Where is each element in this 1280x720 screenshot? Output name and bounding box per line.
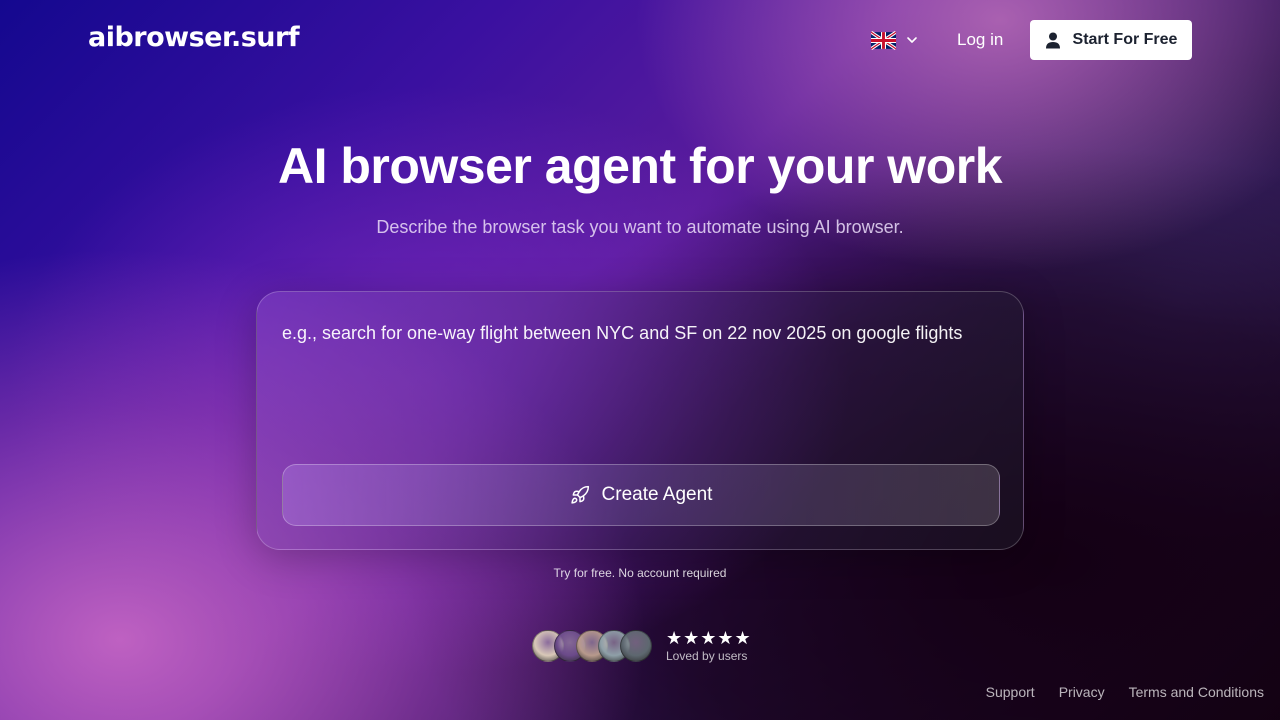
star-rating-icon: ★★★★★: [666, 627, 752, 648]
footer-links: Support Privacy Terms and Conditions: [986, 684, 1264, 700]
user-avatars: [532, 629, 654, 663]
page-subtitle: Describe the browser task you want to au…: [376, 217, 904, 237]
rocket-icon: [570, 485, 589, 504]
user-icon: [1045, 32, 1060, 48]
free-trial-note: Try for free. No account required: [553, 566, 727, 580]
chevron-down-icon: [907, 37, 917, 43]
create-agent-label: Create Agent: [601, 484, 713, 505]
start-for-free-button[interactable]: Start For Free: [1030, 20, 1192, 60]
site-header: aibrowser.surf Log in Start For Free: [0, 0, 1280, 80]
login-link[interactable]: Log in: [957, 30, 1003, 50]
start-for-free-label: Start For Free: [1072, 31, 1178, 48]
footer-link-terms[interactable]: Terms and Conditions: [1129, 684, 1264, 700]
page-title: AI browser agent for your work: [277, 138, 1003, 194]
rating: ★★★★★ Loved by users: [666, 627, 752, 663]
task-card: e.g., search for one-way flight between …: [256, 291, 1024, 550]
footer-link-support[interactable]: Support: [986, 684, 1035, 700]
social-proof: ★★★★★ Loved by users: [532, 629, 752, 663]
create-agent-button[interactable]: Create Agent: [282, 464, 1000, 526]
avatar: [620, 630, 652, 662]
language-selector[interactable]: [871, 29, 923, 51]
logo[interactable]: aibrowser.surf: [88, 22, 300, 53]
uk-flag-icon: [871, 30, 896, 50]
task-prompt-input[interactable]: e.g., search for one-way flight between …: [282, 319, 1002, 459]
footer-link-privacy[interactable]: Privacy: [1059, 684, 1105, 700]
rating-caption: Loved by users: [666, 648, 748, 663]
